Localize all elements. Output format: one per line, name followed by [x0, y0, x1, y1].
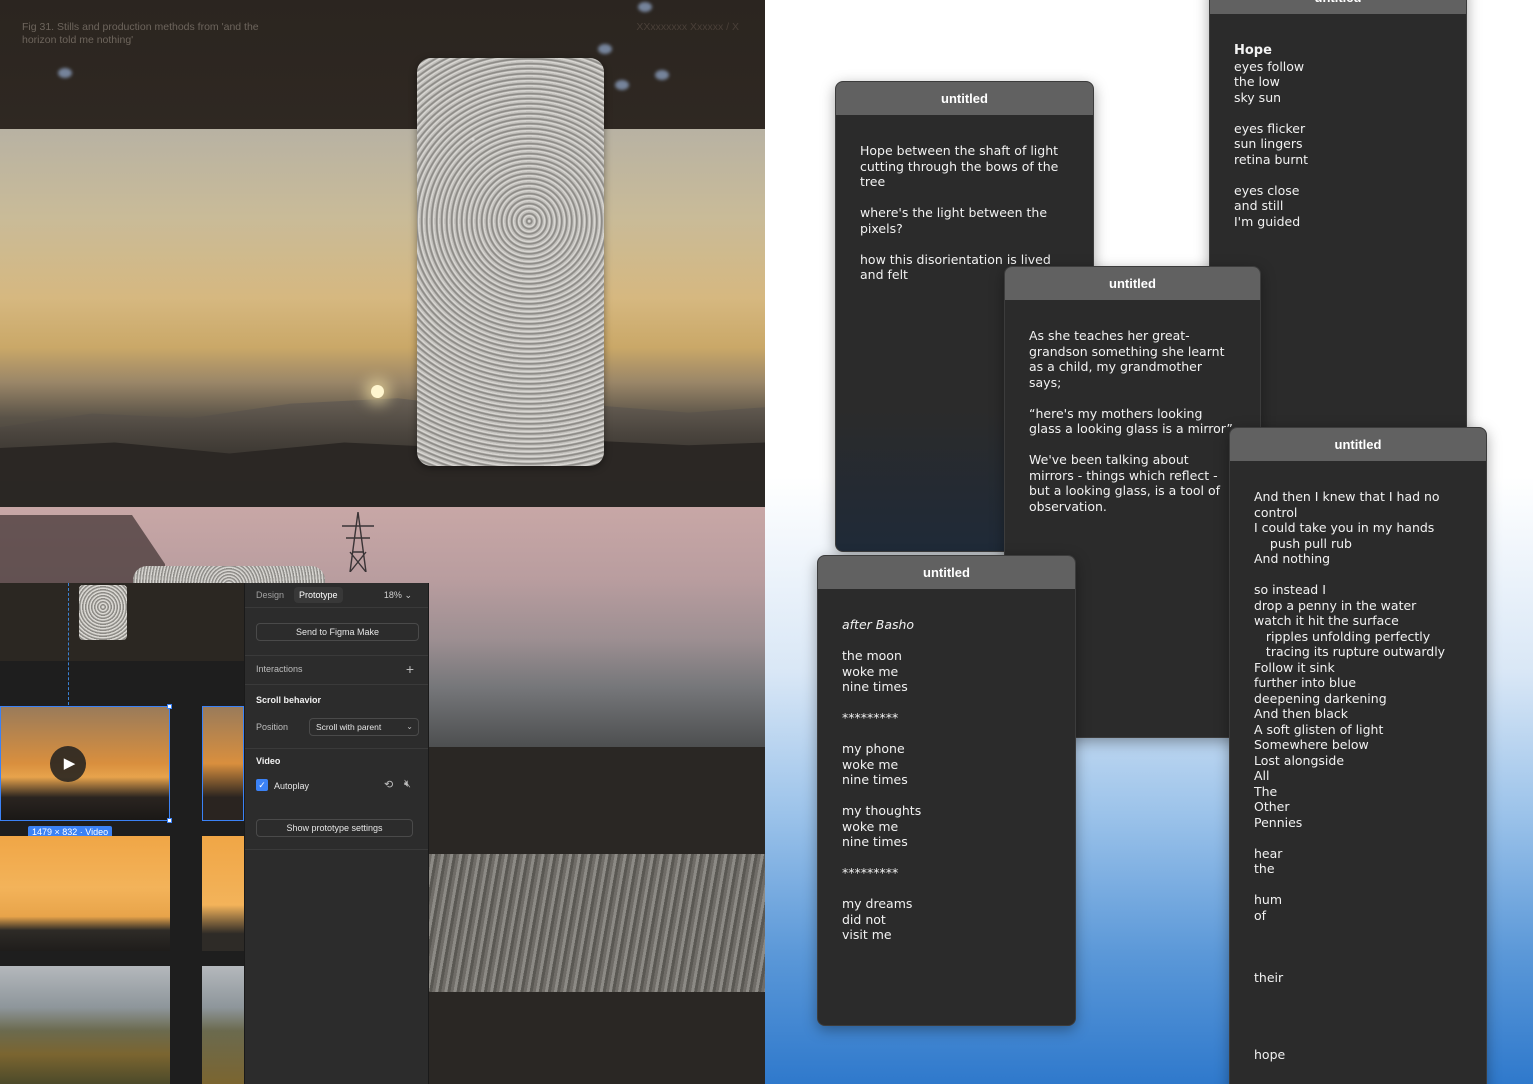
figure-reference: XXxxxxxxx Xxxxxx / X — [636, 21, 739, 33]
sun — [371, 385, 384, 398]
poem-lines: eyes follow the low sky sun eyes flicker… — [1234, 58, 1309, 229]
glittering-water-phone-frame — [417, 58, 604, 466]
add-interaction-icon[interactable]: + — [406, 662, 414, 676]
position-select[interactable]: Scroll with parent ⌄ — [309, 718, 419, 736]
window-title: untitled — [1210, 0, 1466, 14]
poem-window-penny[interactable]: untitled And then I knew that I had no c… — [1229, 427, 1487, 1084]
mute-icon[interactable]: 🔇︎ — [404, 778, 411, 791]
scroll-behavior-title: Scroll behavior — [256, 695, 322, 705]
zoom-dropdown[interactable]: 18% ⌄ — [384, 587, 412, 603]
window-title: untitled — [818, 556, 1075, 589]
window-title: untitled — [1005, 267, 1260, 300]
poem-text: Hope between the shaft of light cutting … — [860, 143, 1059, 282]
interactions-label: Interactions — [256, 664, 303, 674]
tab-design[interactable]: Design — [251, 587, 289, 603]
poem-window-basho[interactable]: untitled after Basho the moon woke me ni… — [817, 555, 1076, 1026]
field-frame[interactable] — [202, 966, 244, 1084]
dark-band — [0, 481, 765, 507]
dark-still-bottom — [429, 992, 765, 1084]
poem-text: Hope eyes follow the low sky sun eyes fl… — [1210, 14, 1466, 229]
dark-top-still — [0, 0, 765, 130]
pylon-icon — [342, 512, 374, 572]
sunset-hills-still — [0, 129, 765, 481]
orange-sky-frame[interactable] — [202, 836, 244, 951]
dark-still — [429, 747, 765, 854]
poem-text: after Basho the moon woke me nine times … — [818, 589, 1075, 943]
autoplay-label: Autoplay — [274, 781, 310, 791]
orange-sky-frame[interactable] — [0, 836, 170, 951]
resize-handle[interactable] — [167, 704, 172, 709]
send-to-figma-make-button[interactable]: Send to Figma Make — [256, 623, 419, 641]
tab-prototype[interactable]: Prototype — [294, 587, 343, 603]
poem-subtitle: after Basho — [842, 617, 915, 632]
water-thumbnail[interactable] — [79, 585, 127, 640]
position-value: Scroll with parent — [316, 722, 382, 732]
chevron-down-icon: ⌄ — [406, 722, 413, 731]
alignment-guide — [68, 583, 69, 705]
position-label: Position — [256, 722, 289, 732]
loop-icon[interactable]: ⟲ — [384, 778, 393, 791]
video-title: Video — [256, 756, 281, 766]
blurred-ground-still — [429, 854, 765, 992]
chevron-down-icon: ⌄ — [404, 590, 412, 600]
panel-tabs: Design Prototype 18% ⌄ — [245, 583, 428, 607]
play-icon[interactable]: ▶ — [50, 746, 86, 782]
resize-handle[interactable] — [167, 818, 172, 823]
zoom-value: 18% — [383, 590, 402, 600]
figma-canvas[interactable]: ▶ 1479 × 832 · Video — [0, 583, 244, 1084]
prototype-panel: Design Prototype 18% ⌄ Send to Figma Mak… — [244, 583, 429, 1084]
figure-caption: Fig 31. Stills and production methods fr… — [22, 21, 259, 46]
autoplay-checkbox[interactable]: ✓ — [256, 779, 268, 791]
poem-first-line: Hope — [1234, 43, 1272, 58]
field-frame[interactable] — [0, 966, 170, 1084]
poem-text: As she teaches her great-grandson someth… — [1029, 328, 1233, 514]
poem-lines: the moon woke me nine times ********* my… — [842, 648, 922, 942]
window-title: untitled — [1230, 428, 1486, 461]
show-prototype-settings-button[interactable]: Show prototype settings — [256, 819, 413, 837]
window-title: untitled — [836, 82, 1093, 115]
video-frame[interactable] — [202, 706, 244, 821]
poem-windows-area: untitled Hope eyes follow the low sky su… — [765, 0, 1533, 1084]
poem-text: And then I knew that I had no control I … — [1254, 489, 1446, 1062]
